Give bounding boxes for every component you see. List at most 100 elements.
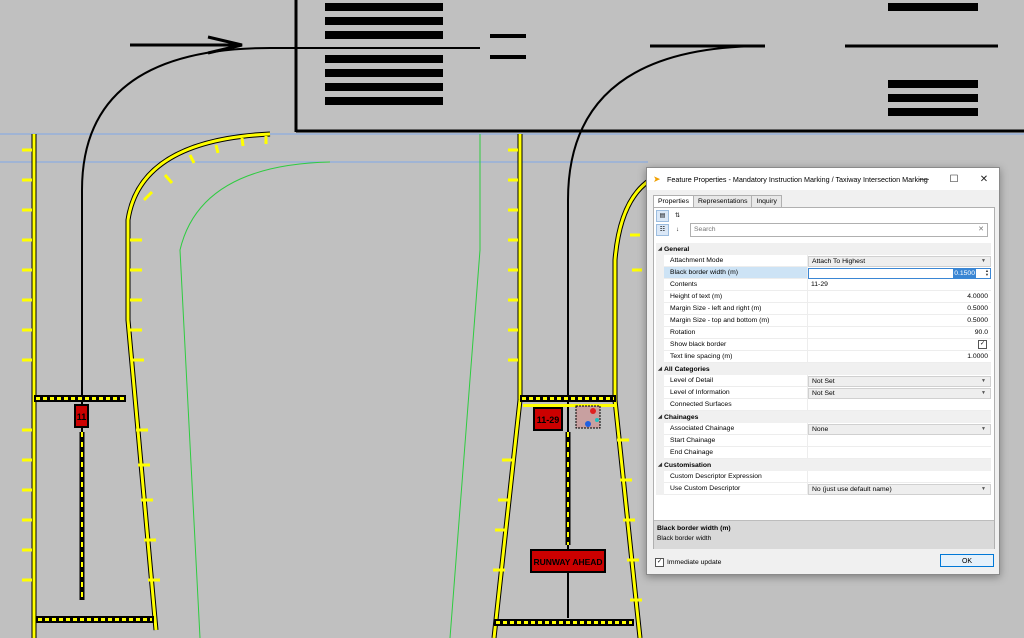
category-general[interactable]: ◢ General (656, 243, 991, 255)
sort-alpha-icon[interactable]: ⇅ (671, 210, 684, 222)
description-panel: Black border width (m) Black border widt… (654, 520, 994, 549)
description-title: Black border width (m) (657, 525, 731, 532)
wand-icon: ➤ (653, 174, 661, 184)
tab-representations[interactable]: Representations (692, 195, 753, 207)
property-grid: ◢ General Attachment Mode Attach To High… (656, 243, 991, 495)
property-row-height-of-text[interactable]: Height of text (m) 4.0000 (656, 291, 991, 303)
property-name: Start Chainage (664, 435, 808, 447)
property-row-rotation[interactable]: Rotation 90.0 (656, 327, 991, 339)
property-row-level-of-information[interactable]: Level of Information Not Set ▼ (656, 387, 991, 399)
category-customisation[interactable]: ◢ Customisation (656, 459, 991, 471)
runway-ahead-sign[interactable]: RUNWAY AHEAD (530, 549, 606, 573)
immediate-update-label: Immediate update (667, 559, 722, 566)
rotation-value[interactable]: 90.0 (808, 327, 991, 339)
property-name: Level of Detail (664, 375, 808, 387)
show-black-border-cell: ✓ (808, 339, 991, 351)
description-text: Black border width (657, 535, 712, 542)
clear-search-icon[interactable]: ✕ (978, 224, 984, 236)
property-name: Margin Size - top and bottom (m) (664, 315, 808, 327)
category-all-categories[interactable]: ◢ All Categories (656, 363, 991, 375)
attachment-mode-dropdown[interactable]: Attach To Highest ▼ (808, 255, 991, 267)
level-of-information-dropdown[interactable]: Not Set ▼ (808, 387, 991, 399)
property-row-level-of-detail[interactable]: Level of Detail Not Set ▼ (656, 375, 991, 387)
property-name: Attachment Mode (664, 255, 808, 267)
chevron-down-icon: ▼ (981, 377, 986, 384)
collapse-icon[interactable]: ◢ (656, 462, 664, 468)
property-row-custom-descriptor-expression[interactable]: Custom Descriptor Expression (656, 471, 991, 483)
custom-descriptor-expression-value[interactable] (808, 471, 991, 483)
categorized-view-icon[interactable]: ☷ (656, 224, 669, 236)
collapse-icon[interactable]: ◢ (656, 246, 664, 252)
immediate-update-checkbox[interactable]: ✓ (655, 558, 664, 567)
category-label: All Categories (664, 365, 710, 373)
property-row-use-custom-descriptor[interactable]: Use Custom Descriptor No (just use defau… (656, 483, 991, 495)
property-row-contents[interactable]: Contents 11-29 (656, 279, 991, 291)
collapse-icon[interactable]: ◢ (656, 366, 664, 372)
property-name: Connected Surfaces (664, 399, 808, 411)
property-name: Rotation (664, 327, 808, 339)
property-name: Black border width (m) (664, 267, 808, 279)
black-border-width-input[interactable]: 0.1500 ▲ ▼ (808, 267, 991, 279)
sign-right[interactable]: 11-29 (533, 407, 563, 431)
collapse-icon[interactable]: ◢ (656, 414, 664, 420)
chevron-down-icon: ▼ (981, 485, 986, 492)
alphabetical-sort-icon[interactable]: ↓ (671, 224, 684, 236)
properties-panel: ▤ ⇅ ☷ ↓ ✕ ◢ General Attachment Mode Atta… (653, 207, 995, 549)
maximize-button[interactable]: ☐ (939, 168, 969, 190)
margin-lr-value[interactable]: 0.5000 (808, 303, 991, 315)
associated-chainage-dropdown[interactable]: None ▼ (808, 423, 991, 435)
search-input[interactable] (691, 224, 977, 235)
property-toolbar: ▤ ⇅ (656, 210, 686, 222)
ok-button[interactable]: OK (940, 554, 994, 567)
category-label: Customisation (664, 461, 712, 469)
spinner-icon[interactable]: ▲ ▼ (985, 268, 989, 278)
property-row-margin-tb[interactable]: Margin Size - top and bottom (m) 0.5000 (656, 315, 991, 327)
immediate-update-toggle[interactable]: ✓ Immediate update (655, 558, 721, 567)
contents-value[interactable]: 11-29 (808, 279, 991, 291)
height-of-text-value[interactable]: 4.0000 (808, 291, 991, 303)
property-name: Contents (664, 279, 808, 291)
start-chainage-value[interactable] (808, 435, 991, 447)
property-row-show-black-border[interactable]: Show black border ✓ (656, 339, 991, 351)
margin-tb-value[interactable]: 0.5000 (808, 315, 991, 327)
property-row-attachment-mode[interactable]: Attachment Mode Attach To Highest ▼ (656, 255, 991, 267)
categorized-icon[interactable]: ▤ (656, 210, 669, 222)
connected-surfaces-value[interactable] (808, 399, 991, 411)
end-chainage-value[interactable] (808, 447, 991, 459)
level-of-detail-dropdown[interactable]: Not Set ▼ (808, 375, 991, 387)
text-line-spacing-value[interactable]: 1.0000 (808, 351, 991, 363)
property-name: Use Custom Descriptor (664, 483, 808, 495)
category-label: General (664, 245, 690, 253)
chevron-down-icon: ▼ (981, 389, 986, 396)
property-row-start-chainage[interactable]: Start Chainage (656, 435, 991, 447)
chevron-down-icon: ▼ (981, 425, 986, 432)
property-row-margin-lr[interactable]: Margin Size - left and right (m) 0.5000 (656, 303, 991, 315)
property-row-text-line-spacing[interactable]: Text line spacing (m) 1.0000 (656, 351, 991, 363)
search-box: ✕ (690, 223, 988, 237)
feature-properties-dialog[interactable]: ➤ Feature Properties - Mandatory Instruc… (646, 167, 1000, 575)
chevron-down-icon: ▼ (981, 257, 986, 264)
category-label: Chainages (664, 413, 699, 421)
property-row-black-border-width[interactable]: Black border width (m) 0.1500 ▲ ▼ (656, 267, 991, 279)
minimize-button[interactable]: — (909, 168, 939, 190)
property-row-associated-chainage[interactable]: Associated Chainage None ▼ (656, 423, 991, 435)
dialog-title: Feature Properties - Mandatory Instructi… (667, 174, 928, 184)
property-row-end-chainage[interactable]: End Chainage (656, 447, 991, 459)
property-name: Margin Size - left and right (m) (664, 303, 808, 315)
category-chainages[interactable]: ◢ Chainages (656, 411, 991, 423)
property-name: Level of Information (664, 387, 808, 399)
selected-feature-marker[interactable] (575, 405, 601, 429)
property-row-connected-surfaces[interactable]: Connected Surfaces (656, 399, 991, 411)
property-name: Associated Chainage (664, 423, 808, 435)
show-black-border-checkbox[interactable]: ✓ (978, 340, 987, 349)
title-bar[interactable]: ➤ Feature Properties - Mandatory Instruc… (647, 168, 999, 190)
use-custom-descriptor-dropdown[interactable]: No (just use default name) ▼ (808, 483, 991, 495)
close-button[interactable]: ✕ (969, 168, 999, 190)
property-name: Text line spacing (m) (664, 351, 808, 363)
property-name: Height of text (m) (664, 291, 808, 303)
sign-left[interactable]: 11 (74, 404, 89, 428)
tab-inquiry[interactable]: Inquiry (751, 195, 782, 207)
property-name: End Chainage (664, 447, 808, 459)
property-name: Show black border (664, 339, 808, 351)
sign-right-text: 11-29 (537, 415, 560, 425)
